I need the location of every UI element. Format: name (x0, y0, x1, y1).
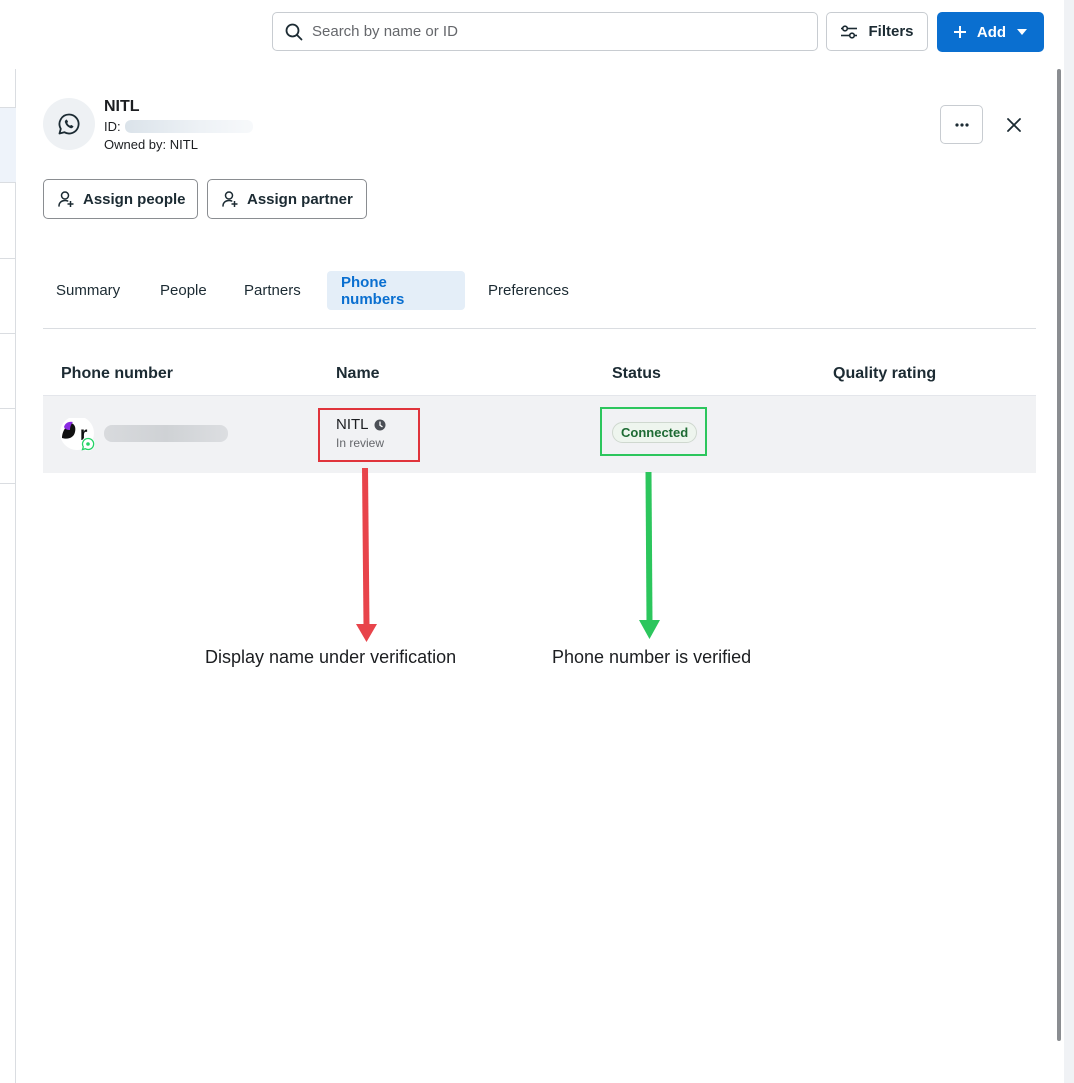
tab-divider (43, 328, 1036, 329)
search-input[interactable] (312, 23, 792, 40)
left-rail (0, 69, 16, 1083)
name-highlight-box (318, 408, 420, 462)
filters-label: Filters (868, 23, 914, 40)
tab-preferences[interactable]: Preferences (474, 271, 583, 310)
account-owner: Owned by: NITL (104, 137, 198, 152)
business-logo-icon: r (60, 418, 95, 451)
assign-partner-label: Assign partner (247, 190, 353, 208)
tab-phone-numbers[interactable]: Phone numbers (327, 271, 465, 310)
add-person-icon (222, 191, 238, 207)
assign-partner-button[interactable]: Assign partner (207, 179, 367, 219)
phone-number-redacted (104, 425, 228, 442)
scrollbar[interactable] (1057, 69, 1061, 1041)
ellipsis-icon (954, 122, 969, 127)
left-rail-divider (0, 483, 16, 484)
account-id-redacted (124, 120, 253, 133)
page-edge (1064, 0, 1074, 1083)
whatsapp-icon (58, 113, 80, 135)
left-rail-divider (0, 258, 16, 259)
account-name: NITL (104, 98, 140, 115)
column-header-quality-rating: Quality rating (833, 365, 937, 382)
account-id: ID: (104, 119, 253, 134)
red-arrow-icon (356, 467, 377, 642)
filters-button[interactable]: Filters (826, 12, 928, 51)
filters-icon (841, 24, 858, 39)
add-button[interactable]: Add (937, 12, 1044, 52)
status-highlight-box (600, 407, 707, 456)
account-id-label: ID: (104, 119, 121, 134)
annotation-phone-verified: Phone number is verified (552, 647, 752, 667)
close-button[interactable] (1000, 111, 1028, 139)
green-arrow-icon (639, 471, 660, 639)
whatsapp-avatar (43, 98, 95, 150)
assign-people-label: Assign people (83, 190, 186, 208)
tab-partners[interactable]: Partners (230, 271, 315, 310)
tab-summary[interactable]: Summary (42, 271, 134, 310)
left-rail-divider (0, 182, 16, 183)
search-box[interactable] (272, 12, 818, 51)
tab-people[interactable]: People (146, 271, 221, 310)
column-header-status: Status (612, 365, 661, 382)
add-label: Add (976, 23, 1007, 41)
column-header-phone-number: Phone number (61, 365, 174, 382)
annotation-display-name: Display name under verification (205, 647, 457, 667)
more-options-button[interactable] (940, 105, 983, 144)
assign-people-button[interactable]: Assign people (43, 179, 198, 219)
add-person-icon (58, 191, 74, 207)
close-icon (1007, 118, 1021, 132)
left-rail-selected-item[interactable] (0, 108, 16, 182)
plus-icon (953, 26, 966, 38)
column-header-name: Name (336, 365, 380, 382)
left-rail-divider (0, 408, 16, 409)
caret-down-icon (1017, 29, 1028, 35)
left-rail-divider (0, 333, 16, 334)
left-rail-divider (0, 107, 16, 108)
search-icon (285, 23, 303, 40)
